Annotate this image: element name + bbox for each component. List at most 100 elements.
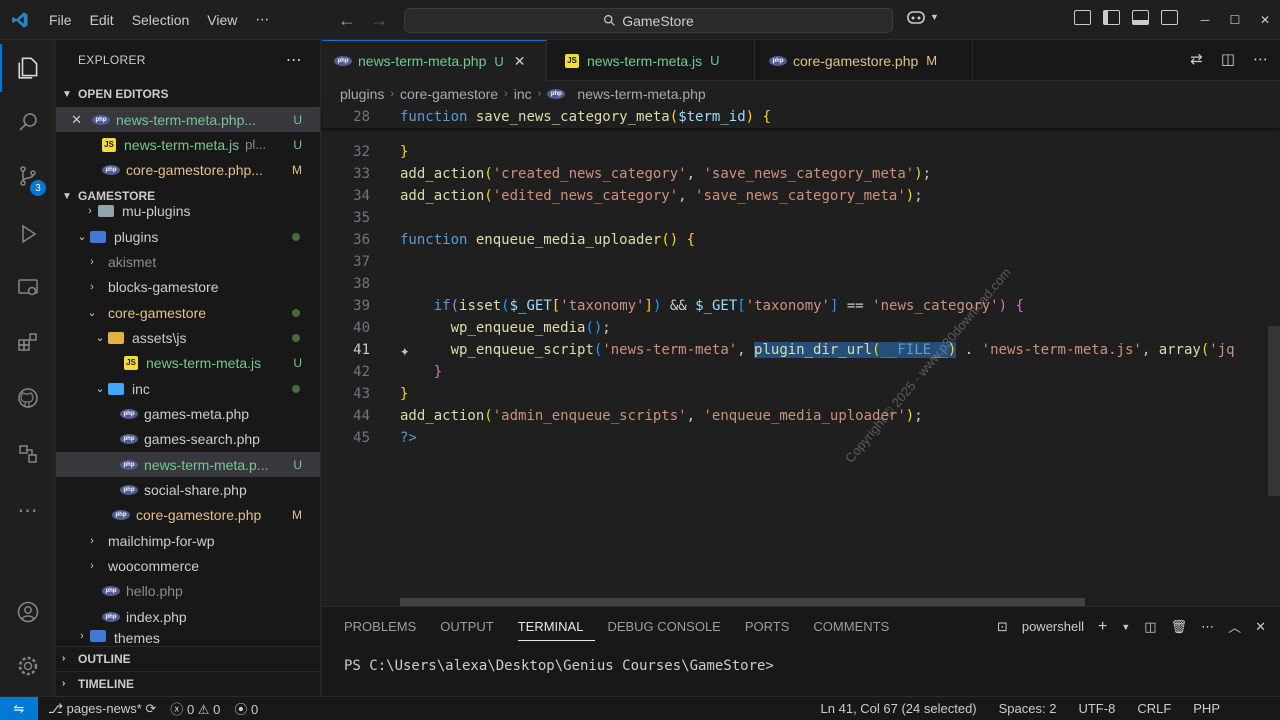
copilot-button[interactable]: ▼ [906, 9, 939, 25]
close-window-icon[interactable]: ✕ [1250, 0, 1280, 40]
tab-core-gamestore-php[interactable]: php core-gamestore.php M [755, 40, 973, 81]
tree-folder[interactable]: ⌄ inc [56, 376, 320, 401]
toggle-primary-sidebar-icon[interactable] [1103, 10, 1120, 25]
compare-changes-icon[interactable]: ⇄ [1190, 50, 1203, 68]
panel-more-icon[interactable]: ⋯ [1201, 619, 1214, 635]
vertical-scrollbar[interactable] [1268, 326, 1280, 496]
close-panel-icon[interactable]: ✕ [1255, 619, 1266, 635]
tab-problems[interactable]: PROBLEMS [344, 619, 428, 641]
testing-icon[interactable] [0, 430, 55, 478]
tree-folder[interactable]: ⌄ core-gamestore [56, 300, 320, 325]
toggle-secondary-sidebar-icon[interactable] [1161, 10, 1178, 25]
breadcrumb-item[interactable]: plugins [340, 86, 384, 102]
tab-ports[interactable]: PORTS [745, 619, 802, 641]
more-menu-icon[interactable]: ⋯ [246, 11, 278, 28]
explorer-icon[interactable] [0, 44, 55, 92]
back-arrow-icon[interactable]: ← [338, 10, 356, 31]
accounts-icon[interactable] [0, 588, 55, 636]
extensions-icon[interactable] [0, 318, 55, 366]
menu-edit[interactable]: Edit [81, 12, 123, 28]
remote-indicator-icon[interactable]: ⇋ [0, 696, 38, 720]
end-of-line[interactable]: CRLF [1137, 701, 1171, 716]
explorer-more-icon[interactable]: ⋯ [286, 50, 302, 70]
open-editors-section[interactable]: ▼ OPEN EDITORS [56, 82, 320, 106]
horizontal-scrollbar[interactable] [400, 598, 1085, 606]
menu-view[interactable]: View [198, 12, 246, 28]
tree-file[interactable]: JS news-term-meta.js U [56, 350, 320, 375]
split-terminal-icon[interactable]: ◫ [1144, 619, 1156, 635]
trash-icon[interactable]: 🗑 [1171, 619, 1188, 635]
tree-folder[interactable]: › blocks-gamestore [56, 274, 320, 299]
maximize-icon[interactable]: ☐ [1220, 0, 1250, 40]
tree-folder[interactable]: ⌄ assets\js [56, 325, 320, 350]
tree-folder[interactable]: › woocommerce [56, 553, 320, 578]
split-editor-icon[interactable]: ◫ [1221, 50, 1235, 68]
open-editor-item[interactable]: ✕ php news-term-meta.php... U [56, 107, 320, 132]
source-control-icon[interactable]: 3 [0, 152, 55, 200]
tab-debug-console[interactable]: DEBUG CONSOLE [607, 619, 732, 641]
tab-news-term-meta-js[interactable]: JS news-term-meta.js U [547, 40, 755, 81]
timeline-section[interactable]: › TIMELINE [56, 671, 320, 695]
tab-comments[interactable]: COMMENTS [813, 619, 901, 641]
tree-file[interactable]: php news-term-meta.p... U [56, 452, 320, 477]
manage-gear-icon[interactable] [0, 642, 55, 690]
run-debug-icon[interactable] [0, 210, 55, 258]
encoding[interactable]: UTF-8 [1078, 701, 1115, 716]
language-mode[interactable]: PHP [1193, 701, 1220, 716]
code-line: } [400, 144, 409, 160]
terminal-prompt[interactable]: PS C:\Users\alexa\Desktop\Genius Courses… [344, 658, 774, 674]
close-icon[interactable]: ✕ [56, 112, 92, 128]
breadcrumb-item[interactable]: news-term-meta.php [577, 86, 705, 102]
open-editor-path: pl... [245, 137, 267, 152]
forward-arrow-icon[interactable]: → [370, 10, 388, 31]
outline-section[interactable]: › OUTLINE [56, 646, 320, 670]
open-editor-item[interactable]: php core-gamestore.php... M [56, 157, 320, 182]
tree-folder[interactable]: › themes [56, 630, 320, 644]
editor-more-icon[interactable]: ⋯ [1253, 50, 1268, 68]
new-terminal-icon[interactable]: + [1098, 618, 1107, 636]
copilot-icon [907, 11, 925, 24]
ports-status[interactable]: ⦿ 0 [234, 699, 258, 718]
tab-news-term-meta-php[interactable]: php news-term-meta.php U ✕ [322, 40, 547, 81]
tree-label: news-term-meta.js [146, 354, 262, 371]
github-icon[interactable] [0, 374, 55, 422]
open-editor-item[interactable]: JS news-term-meta.js pl... U [56, 132, 320, 157]
tree-folder[interactable]: › mu-plugins [56, 200, 320, 222]
problems-status[interactable]: ⓧ 0 ⚠ 0 [170, 699, 220, 718]
indentation[interactable]: Spaces: 2 [999, 701, 1057, 716]
remote-explorer-icon[interactable] [0, 264, 55, 312]
tree-file[interactable]: php social-share.php [56, 477, 320, 502]
search-icon[interactable] [0, 98, 55, 146]
tree-file[interactable]: php hello.php [56, 578, 320, 603]
chevron-down-icon: ⌄ [95, 332, 105, 344]
toggle-panel-icon[interactable] [1132, 10, 1149, 25]
tab-output[interactable]: OUTPUT [440, 619, 505, 641]
tree-folder[interactable]: › akismet [56, 249, 320, 274]
chevron-down-icon[interactable]: ▼ [1121, 622, 1130, 632]
menu-file[interactable]: File [40, 12, 81, 28]
more-views-icon[interactable]: ⋯ [0, 486, 55, 534]
sticky-scroll-line[interactable]: 28 function save_news_category_meta($ter… [322, 106, 1280, 128]
tree-folder[interactable]: › mailchimp-for-wp [56, 528, 320, 553]
tree-file[interactable]: php core-gamestore.php M [56, 502, 320, 527]
maximize-panel-icon[interactable]: ︿ [1228, 617, 1241, 636]
minimize-icon[interactable]: ─ [1190, 0, 1220, 40]
code-editor[interactable]: 28 function save_news_category_meta($ter… [322, 106, 1280, 606]
close-icon[interactable]: ✕ [514, 53, 526, 70]
customize-layout-icon[interactable] [1074, 10, 1091, 25]
menu-selection[interactable]: Selection [123, 12, 199, 28]
cursor-position[interactable]: Ln 41, Col 67 (24 selected) [821, 701, 977, 716]
breadcrumb-item[interactable]: core-gamestore [400, 86, 498, 102]
tab-terminal[interactable]: TERMINAL [517, 619, 596, 641]
command-center-search[interactable]: GameStore [404, 8, 893, 33]
terminal-shell-label[interactable]: powershell [1022, 619, 1084, 634]
breadcrumb-item[interactable]: inc [514, 86, 532, 102]
tree-file[interactable]: php games-search.php [56, 426, 320, 451]
code-line: ?> [400, 430, 417, 446]
tree-file[interactable]: php games-meta.php [56, 401, 320, 426]
warning-icon: ⚠ [197, 702, 210, 717]
chevron-down-icon: ⌄ [87, 307, 97, 319]
git-branch[interactable]: ⎇ pages-news* ⟳ [48, 701, 156, 717]
tree-file[interactable]: php index.php [56, 604, 320, 629]
tree-folder[interactable]: ⌄ plugins [56, 224, 320, 249]
